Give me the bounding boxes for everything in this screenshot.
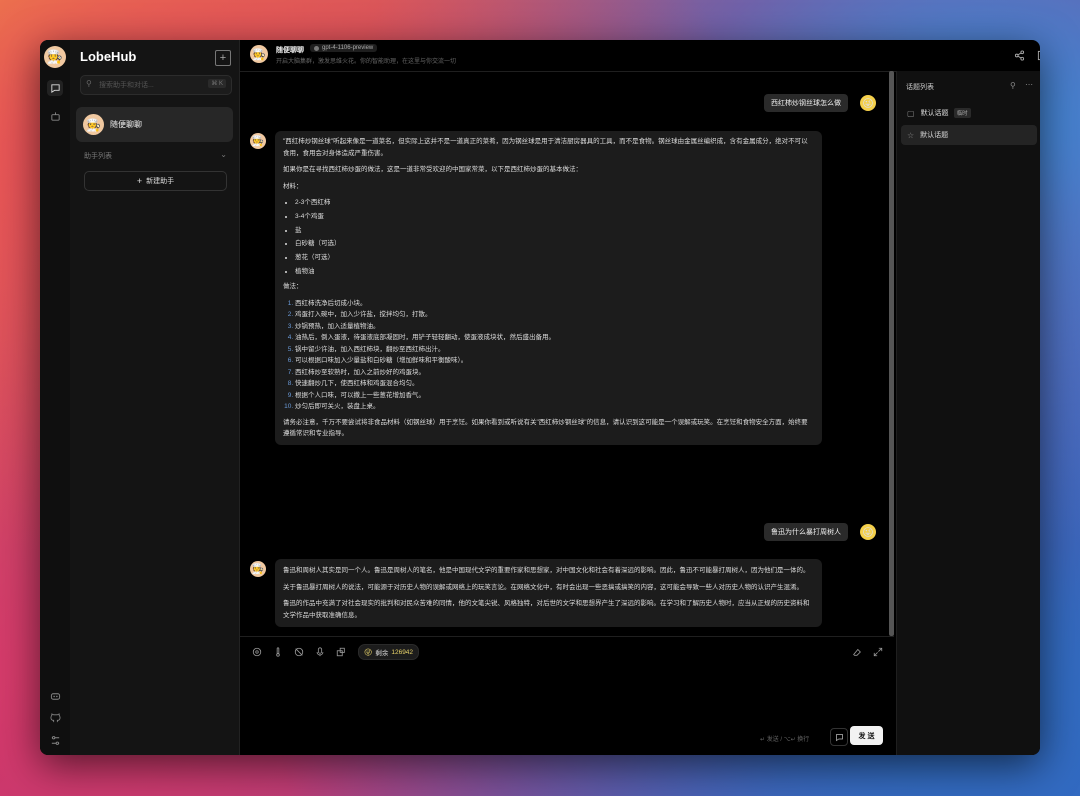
model-badge[interactable]: gpt-4-1106-preview — [310, 44, 378, 52]
assistant-list-label[interactable]: 助手列表 — [84, 151, 112, 161]
user-avatar-msg: 😜 — [860, 524, 876, 540]
list-item: 快速翻炒几下，使西红柿和鸡蛋混合均匀。 — [295, 378, 814, 390]
steps-label: 做法： — [283, 283, 303, 291]
list-item: 油热后，倒入蛋液，待蛋液底部凝固时，用铲子轻轻翻动，使蛋液成块状，然后盛出备用。 — [295, 332, 814, 344]
message-paragraph: 关于鲁迅暴打周树人的说法，可能源于对历史人物的误解或网络上的玩笑言论。在网络文化… — [283, 583, 803, 591]
message-paragraph: 鲁迅的作品中充满了对社会现实的批判和对民众苦难的同情，他的文笔尖锐、风格独特，对… — [283, 600, 810, 619]
page-title: 随便聊聊 — [276, 47, 304, 54]
list-item: 西红柿洗净后切成小块。 — [295, 298, 814, 310]
send-button[interactable]: 发 送 — [850, 726, 883, 745]
history-off-icon[interactable] — [293, 646, 305, 658]
sidebar: LobeHub + ⚲ ⌘ K 🧑‍🍳 随便聊聊 助手列表 ⌄ + 新建助手 — [70, 40, 240, 755]
search-box[interactable]: ⚲ ⌘ K — [80, 75, 232, 95]
chat-item-label: 随便聊聊 — [110, 120, 142, 129]
search-icon: ⚲ — [86, 79, 92, 88]
assistant-avatar: 🧑‍🍳 — [250, 561, 266, 577]
list-item: 白砂糖（可选） — [295, 238, 814, 250]
token-counter[interactable]: 😜 剩余 126942 — [358, 644, 420, 660]
plugin-icon[interactable] — [335, 646, 347, 658]
message-paragraph: 鲁迅和周树人其实是同一个人。鲁迅是周树人的笔名，他是中国现代文学的重要作家和思想… — [283, 567, 810, 574]
materials-label: 材料： — [283, 182, 303, 190]
list-item: 根据个人口味，可以撒上一些葱花增加香气。 — [295, 390, 814, 402]
search-icon[interactable]: ⚲ — [1010, 81, 1016, 90]
new-chat-icon[interactable]: + — [215, 50, 231, 66]
bot-icon[interactable] — [47, 108, 63, 124]
chat-bubble-icon: ▢ — [907, 108, 915, 118]
message-paragraph: 请务必注意，千万不要尝试将非食品材料（如钢丝球）用于烹饪。如果你看到或听说有关"… — [283, 418, 808, 438]
chat-area: 西红柿炒钢丝球怎么做 😜 🧑‍🍳 "西红柿炒钢丝球"听起来像是一道菜名，但实际上… — [240, 71, 888, 636]
list-item: 西红柿炒至软熟时，加入之前炒好的鸡蛋块。 — [295, 367, 814, 379]
app-window: 🧑‍🍳 LobeHub + ⚲ ⌘ K 🧑‍🍳 随便聊聊 助手列表 — [40, 40, 1040, 755]
clear-icon[interactable] — [851, 646, 863, 658]
star-icon[interactable]: ☆ — [907, 131, 914, 140]
token-value: 126942 — [391, 648, 414, 656]
new-assistant-button[interactable]: + 新建助手 — [84, 171, 227, 191]
topic-item[interactable]: ▢ 默认话题 临时 — [901, 103, 1037, 123]
chat-scrollbar[interactable] — [889, 71, 894, 636]
user-message: 鲁迅为什么暴打周树人 — [764, 523, 848, 541]
list-item: 2-3个西红柿 — [295, 197, 814, 209]
settings-icon[interactable] — [47, 732, 63, 748]
topic-label: 默认话题 — [920, 110, 949, 117]
panel-toggle-icon[interactable] — [1036, 49, 1040, 61]
brand-logo: LobeHub — [80, 49, 137, 64]
model-name: gpt-4-1106-preview — [322, 45, 374, 51]
list-item: 葱花（可选） — [295, 252, 814, 264]
list-item: 可以根据口味加入少量盐和白砂糖（增加鲜味和平衡酸味）。 — [295, 355, 814, 367]
github-icon[interactable] — [47, 710, 63, 726]
temp-badge: 临时 — [953, 108, 971, 118]
topic-panel: 话题列表 ⚲ ⋯ ▢ 默认话题 临时 ☆ 默认话题 — [896, 71, 1040, 755]
sidebar-item-chat[interactable]: 🧑‍🍳 随便聊聊 — [76, 107, 233, 142]
steps-list: 西红柿洗净后切成小块。 鸡蛋打入碗中，加入少许盐，搅拌均匀，打散。 炒锅预热，加… — [283, 298, 814, 413]
user-avatar-msg: 😜 — [860, 95, 876, 111]
model-icon — [314, 45, 319, 51]
share-icon[interactable] — [1013, 49, 1025, 61]
materials-list: 2-3个西红柿 3-4个鸡蛋 盐 白砂糖（可选） 葱花（可选） 植物油 — [283, 197, 814, 277]
assistant-avatar: 🧑‍🍳 — [250, 133, 266, 149]
send-mode-button[interactable] — [830, 728, 848, 746]
list-item: 鸡蛋打入碗中，加入少许盐，搅拌均匀，打散。 — [295, 309, 814, 321]
list-item: 3-4个鸡蛋 — [295, 211, 814, 223]
send-hint: ↵ 发送 / ⌥↵ 换行 — [760, 737, 810, 743]
expand-icon[interactable] — [872, 646, 884, 658]
message-paragraph: 如果你是在寻找西红柿炒蛋的做法，这是一道非常受欢迎的中国家常菜，以下是西红柿炒蛋… — [283, 166, 582, 173]
list-item: 炒匀后即可关火，装盘上桌。 — [295, 401, 814, 413]
topic-list-title: 话题列表 — [906, 84, 934, 91]
page-subtitle: 开启大脑集群，激发思维火花。你的智能助理，在这里与你交流一切 — [276, 59, 457, 65]
user-avatar[interactable]: 🧑‍🍳 — [44, 46, 66, 68]
chevron-down-icon[interactable]: ⌄ — [220, 150, 227, 159]
model-settings-icon[interactable] — [251, 646, 263, 658]
user-message: 西红柿炒钢丝球怎么做 — [764, 94, 848, 112]
new-assistant-label: 新建助手 — [146, 178, 175, 185]
topic-item[interactable]: ☆ 默认话题 — [901, 125, 1037, 145]
icon-rail: 🧑‍🍳 — [40, 40, 71, 755]
token-face-icon: 😜 — [364, 647, 373, 657]
token-label: 剩余 — [375, 650, 389, 657]
microphone-icon[interactable] — [314, 646, 326, 658]
chat-icon[interactable] — [47, 80, 63, 96]
list-item: 植物油 — [295, 266, 814, 278]
temperature-icon[interactable] — [272, 646, 284, 658]
search-input[interactable] — [97, 77, 201, 93]
more-icon[interactable]: ⋯ — [1025, 80, 1033, 89]
list-item: 炒锅预热，加入适量植物油。 — [295, 321, 814, 333]
message-paragraph: "西红柿炒钢丝球"听起来像是一道菜名，但实际上这并不是一道真正的菜肴，因为钢丝球… — [283, 138, 808, 157]
chat-avatar: 🧑‍🍳 — [83, 114, 104, 135]
list-item: 盐 — [295, 225, 814, 237]
input-area: 😜 剩余 126942 ↵ 发送 / ⌥↵ 换行 发 送 — [240, 636, 894, 755]
assistant-message: "西红柿炒钢丝球"听起来像是一道菜名，但实际上这并不是一道真正的菜肴，因为钢丝球… — [275, 131, 822, 445]
topic-label: 默认话题 — [920, 132, 949, 139]
header-avatar: 🧑‍🍳 — [250, 45, 268, 63]
chat-header: 🧑‍🍳 随便聊聊 gpt-4-1106-preview 开启大脑集群，激发思维火… — [240, 40, 1040, 72]
list-item: 锅中留少许油，加入西红柿块，翻炒至西红柿出汁。 — [295, 344, 814, 356]
plus-icon: + — [136, 176, 143, 186]
discord-icon[interactable] — [47, 688, 63, 704]
assistant-message: 鲁迅和周树人其实是同一个人。鲁迅是周树人的笔名，他是中国现代文学的重要作家和思想… — [275, 559, 822, 627]
search-shortcut: ⌘ K — [208, 79, 226, 88]
